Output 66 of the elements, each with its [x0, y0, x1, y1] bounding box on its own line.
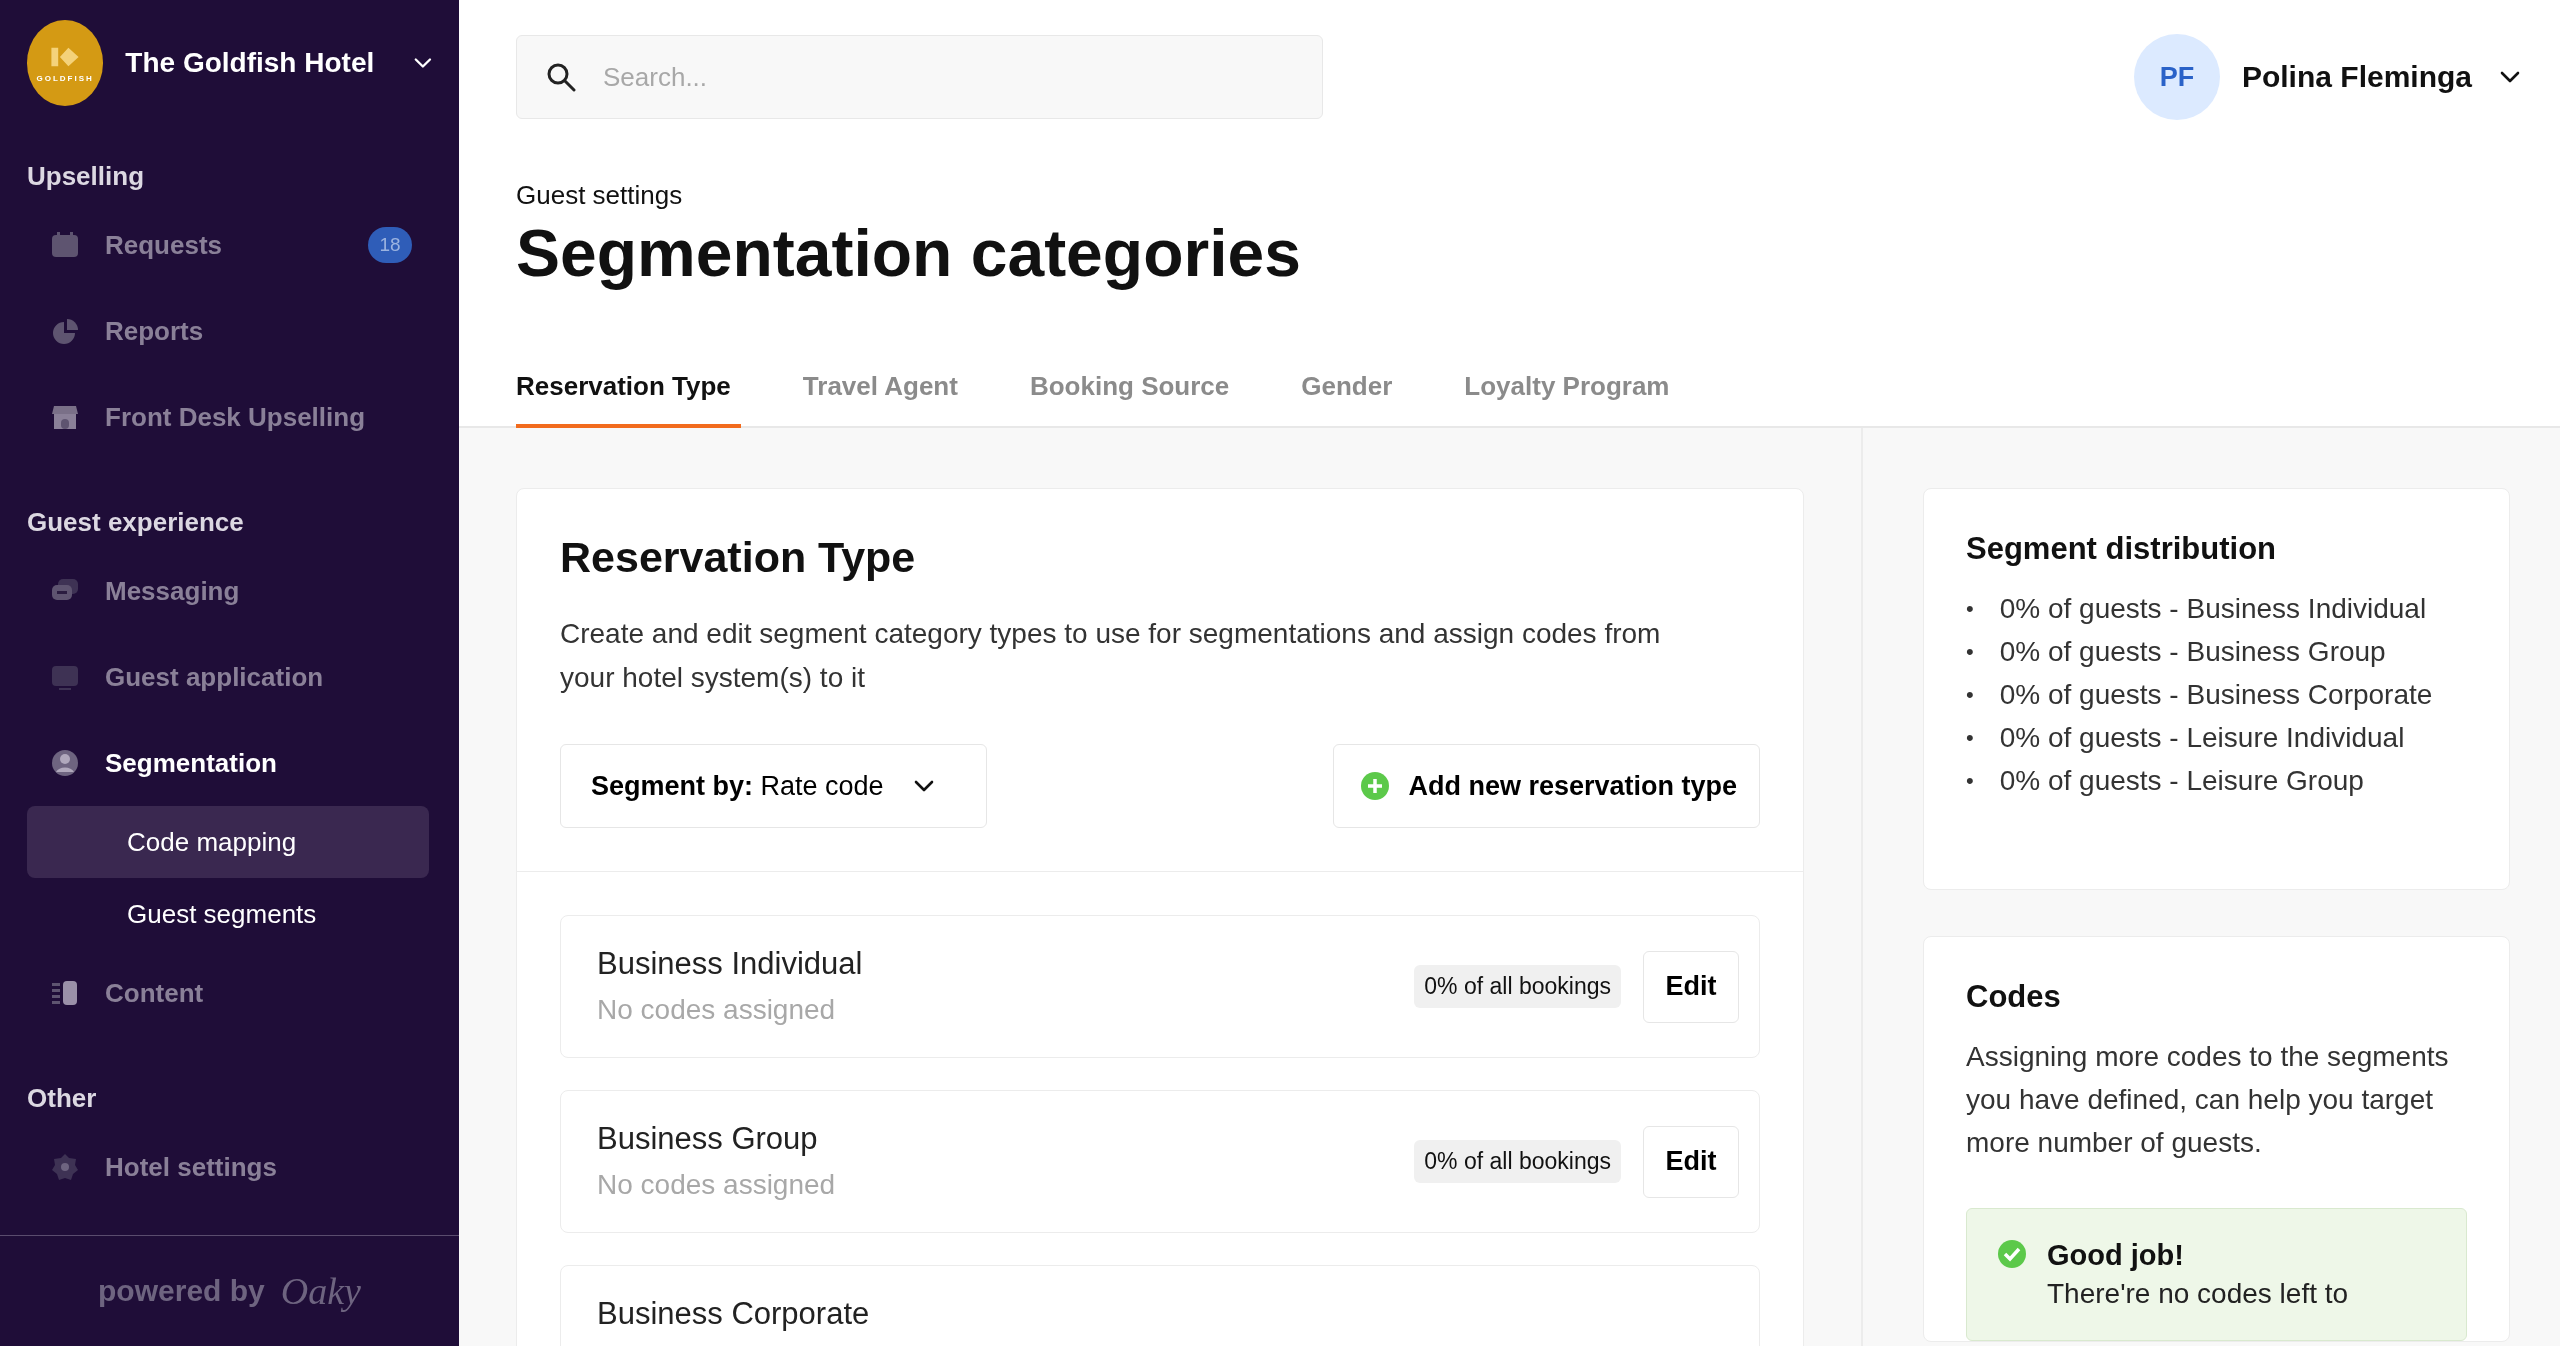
- chevron-down-icon: [2500, 71, 2520, 83]
- segment-name: Business Individual: [597, 946, 864, 982]
- distribution-item: 0% of guests - Business Individual: [1999, 592, 2427, 626]
- bullet: •: [1966, 595, 1974, 623]
- notice-text: There're no codes left to: [2047, 1278, 2349, 1310]
- segment-name: Business Group: [597, 1121, 819, 1157]
- add-button[interactable]: Add new reservation type: [1333, 744, 1760, 828]
- sidebar-item[interactable]: Hotel settings: [105, 1151, 277, 1183]
- search-field[interactable]: Search...: [516, 35, 1323, 119]
- list-icon: [50, 978, 80, 1008]
- chevron-down-icon: [913, 780, 934, 792]
- plus-icon: [1360, 771, 1391, 801]
- card-description: Create and edit segment category types to use for segmentations and assign codes from your hotel system(s) to it: [560, 617, 1662, 695]
- codes-status: No codes assigned: [597, 1169, 837, 1201]
- bullet: •: [1966, 724, 1974, 752]
- user-name[interactable]: Polina Fleminga: [2241, 60, 2472, 94]
- powered-by-text: powered by: [98, 1274, 265, 1308]
- distribution-item: 0% of guests - Leisure Group: [1999, 764, 2364, 798]
- sidebar-item[interactable]: Reports: [105, 315, 204, 347]
- bookings-tag: 0% of all bookings: [1414, 965, 1621, 1008]
- distribution-item: 0% of guests - Leisure Individual: [1999, 721, 2405, 755]
- gear-icon: [50, 1152, 80, 1182]
- chevron-down-icon: [414, 57, 432, 69]
- segment-dropdown[interactable]: Segment by: Rate code: [560, 744, 987, 828]
- card-title: Segment distribution: [1966, 531, 2277, 567]
- check-icon: [1997, 1239, 2027, 1269]
- tab[interactable]: Gender: [1301, 371, 1403, 428]
- bookings-tag: 0% of all bookings: [1414, 1140, 1621, 1183]
- sidebar-item[interactable]: Content: [105, 977, 204, 1009]
- page-title: Segmentation categories: [515, 215, 1302, 291]
- section-title: Guest experience: [26, 506, 245, 539]
- sidebar-item[interactable]: Guest application: [105, 661, 324, 693]
- tab[interactable]: Loyalty Program: [1464, 371, 1680, 428]
- notice-title: Good job!: [2047, 1239, 2185, 1272]
- logo-text: GOLDFISH: [36, 73, 94, 83]
- sidebar-item[interactable]: Segmentation: [105, 747, 277, 779]
- codes-description: Assigning more codes to the segments you have defined, can help you target more number of guests.: [1966, 1040, 2450, 1160]
- tab[interactable]: Booking Source: [1029, 371, 1240, 428]
- tab[interactable]: Travel Agent: [802, 371, 968, 428]
- sidebar-subitem[interactable]: Code mapping: [27, 806, 429, 878]
- bullet: •: [1966, 681, 1974, 709]
- sidebar-subitem[interactable]: Guest segments: [27, 878, 429, 950]
- hotel-name[interactable]: The Goldfish Hotel: [125, 47, 375, 79]
- card-title: Codes: [1966, 979, 2062, 1015]
- edit-button[interactable]: Edit: [1643, 950, 1739, 1023]
- calendar-icon: [50, 230, 80, 260]
- bullet: •: [1966, 638, 1974, 666]
- sidebar-item[interactable]: Front Desk Upselling: [105, 401, 366, 433]
- edit-button[interactable]: Edit: [1643, 1125, 1739, 1198]
- count-badge: 18: [368, 227, 412, 263]
- distribution-item: 0% of guests - Business Group: [1999, 635, 2386, 669]
- person-icon: [50, 748, 80, 778]
- sidebar-item[interactable]: Requests: [105, 229, 223, 261]
- section-title: Other: [26, 1082, 98, 1115]
- distribution-item: 0% of guests - Business Corporate: [1999, 678, 2433, 712]
- brand-logo: Oaky: [280, 1269, 361, 1313]
- codes-status: No codes assigned: [597, 994, 837, 1026]
- card-title: Reservation Type: [560, 533, 917, 582]
- pie-chart-icon: [50, 316, 80, 346]
- sidebar-item[interactable]: Messaging: [105, 575, 240, 607]
- breadcrumb: Guest settings: [515, 179, 684, 211]
- user-avatar[interactable]: PF: [2133, 34, 2220, 120]
- bullet: •: [1966, 767, 1974, 795]
- segment-name: Business Corporate: [597, 1296, 871, 1332]
- section-title: Upselling: [26, 160, 145, 193]
- search-icon: [546, 62, 576, 92]
